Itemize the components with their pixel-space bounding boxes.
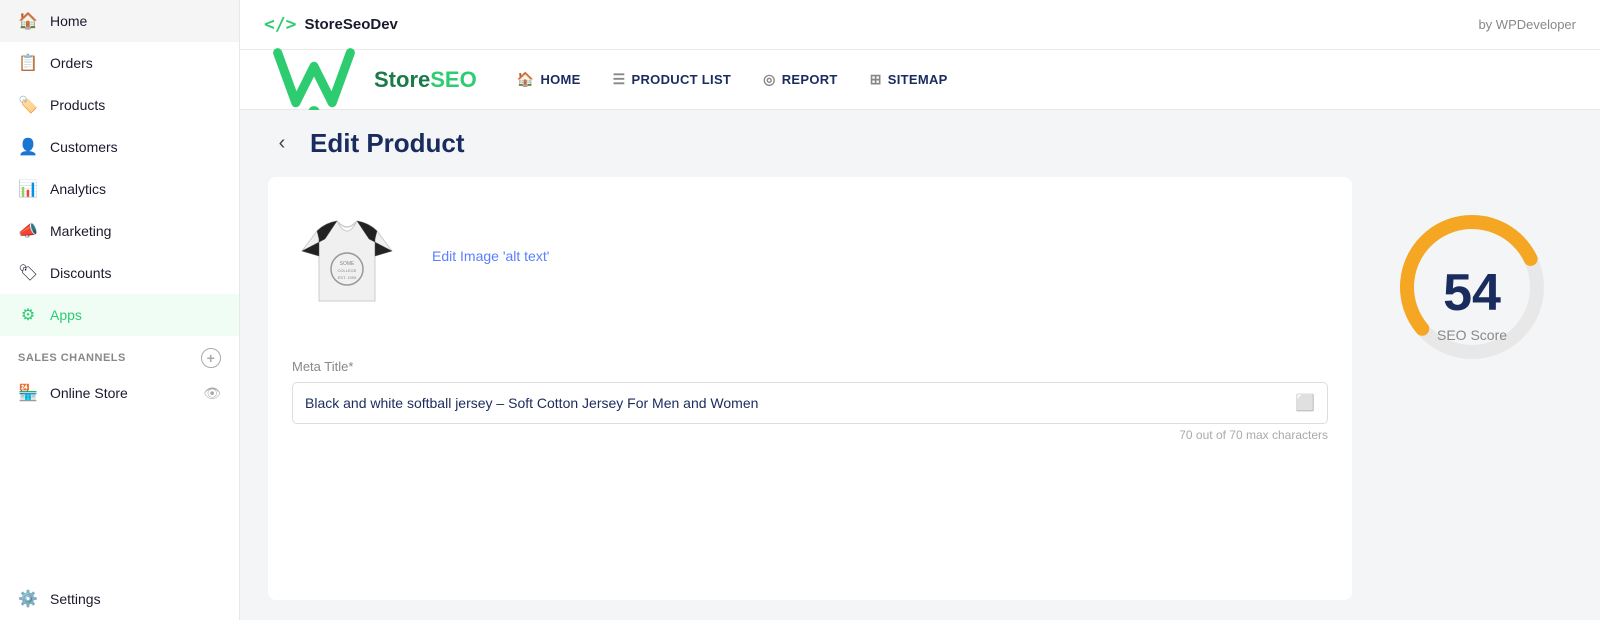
product-image-row: SOME COLLEGE EST. 1999 Edit Image 'alt t… <box>292 201 1328 331</box>
edit-alt-text-link[interactable]: Edit Image 'alt text' <box>432 248 549 264</box>
topbar-by: by WPDeveloper <box>1478 17 1576 32</box>
sidebar-item-analytics[interactable]: 📊 Analytics <box>0 168 239 210</box>
meta-title-input[interactable] <box>305 395 1295 411</box>
plugin-logo-text: StoreSEO <box>374 67 477 93</box>
svg-text:COLLEGE: COLLEGE <box>338 268 357 273</box>
customers-icon: 👤 <box>18 137 38 157</box>
eye-icon[interactable]: 👁 <box>203 385 221 402</box>
plugin-header: StoreSEO 🏠 HOME ☰ PRODUCT LIST ◎ REPORT … <box>240 50 1600 110</box>
apps-icon: ⚙ <box>18 305 38 325</box>
settings-icon: ⚙️ <box>18 589 38 609</box>
seo-score-number: 54 <box>1443 267 1501 319</box>
sidebar-item-settings[interactable]: ⚙️ Settings <box>0 578 239 620</box>
sidebar-item-home[interactable]: 🏠 Home <box>0 0 239 42</box>
home-icon: 🏠 <box>18 11 38 31</box>
nav-sitemap-icon: ⊞ <box>870 71 882 88</box>
main-content: </> StoreSeoDev by WPDeveloper StoreSEO … <box>240 0 1600 620</box>
products-icon: 🏷️ <box>18 95 38 115</box>
panel-row: SOME COLLEGE EST. 1999 Edit Image 'alt t… <box>240 177 1600 620</box>
sidebar-item-customers[interactable]: 👤 Customers <box>0 126 239 168</box>
page-title: Edit Product <box>310 128 465 159</box>
orders-icon: 📋 <box>18 53 38 73</box>
sales-channels-section: SALES CHANNELS + <box>0 336 239 372</box>
content-area: ‹ Edit Product <box>240 110 1600 620</box>
plugin-nav-home[interactable]: 🏠 HOME <box>517 67 581 92</box>
seo-score-panel: 54 SEO Score <box>1372 177 1572 600</box>
sidebar-item-apps[interactable]: ⚙ Apps <box>0 294 239 336</box>
sidebar-item-marketing[interactable]: 📣 Marketing <box>0 210 239 252</box>
product-image: SOME COLLEGE EST. 1999 <box>292 201 402 311</box>
meta-title-label: Meta Title* <box>292 359 1328 374</box>
back-button[interactable]: ‹ <box>268 130 296 158</box>
discounts-icon: 🏷 <box>18 263 38 283</box>
plugin-nav-report[interactable]: ◎ REPORT <box>763 67 838 92</box>
meta-title-input-row: ⬜ <box>292 382 1328 424</box>
svg-text:EST. 1999: EST. 1999 <box>338 275 357 280</box>
sidebar-item-online-store[interactable]: 🏪 Online Store 👁 <box>0 372 239 414</box>
marketing-icon: 📣 <box>18 221 38 241</box>
sidebar: 🏠 Home 📋 Orders 🏷️ Products 👤 Customers … <box>0 0 240 620</box>
main-panel: SOME COLLEGE EST. 1999 Edit Image 'alt t… <box>268 177 1352 600</box>
plugin-nav: 🏠 HOME ☰ PRODUCT LIST ◎ REPORT ⊞ SITEMAP <box>517 67 1576 92</box>
store-icon: 🏪 <box>18 383 38 403</box>
char-count: 70 out of 70 max characters <box>292 428 1328 442</box>
copy-icon[interactable]: ⬜ <box>1295 393 1315 413</box>
plugin-nav-sitemap[interactable]: ⊞ SITEMAP <box>870 67 948 92</box>
sidebar-item-products[interactable]: 🏷️ Products <box>0 84 239 126</box>
add-sales-channel-button[interactable]: + <box>201 348 221 368</box>
meta-title-field: Meta Title* ⬜ 70 out of 70 max character… <box>292 359 1328 442</box>
sidebar-item-discounts[interactable]: 🏷 Discounts <box>0 252 239 294</box>
seo-score-label: SEO Score <box>1437 327 1507 343</box>
plugin-nav-product-list[interactable]: ☰ PRODUCT LIST <box>613 67 732 92</box>
svg-text:SOME: SOME <box>340 261 355 267</box>
analytics-icon: 📊 <box>18 179 38 199</box>
sidebar-item-orders[interactable]: 📋 Orders <box>0 42 239 84</box>
nav-home-icon: 🏠 <box>517 71 535 88</box>
product-tshirt-image: SOME COLLEGE EST. 1999 <box>297 201 397 311</box>
page-header: ‹ Edit Product <box>240 110 1600 177</box>
nav-list-icon: ☰ <box>613 71 626 88</box>
seo-score-widget: 54 SEO Score <box>1382 207 1562 407</box>
nav-report-icon: ◎ <box>763 71 776 88</box>
